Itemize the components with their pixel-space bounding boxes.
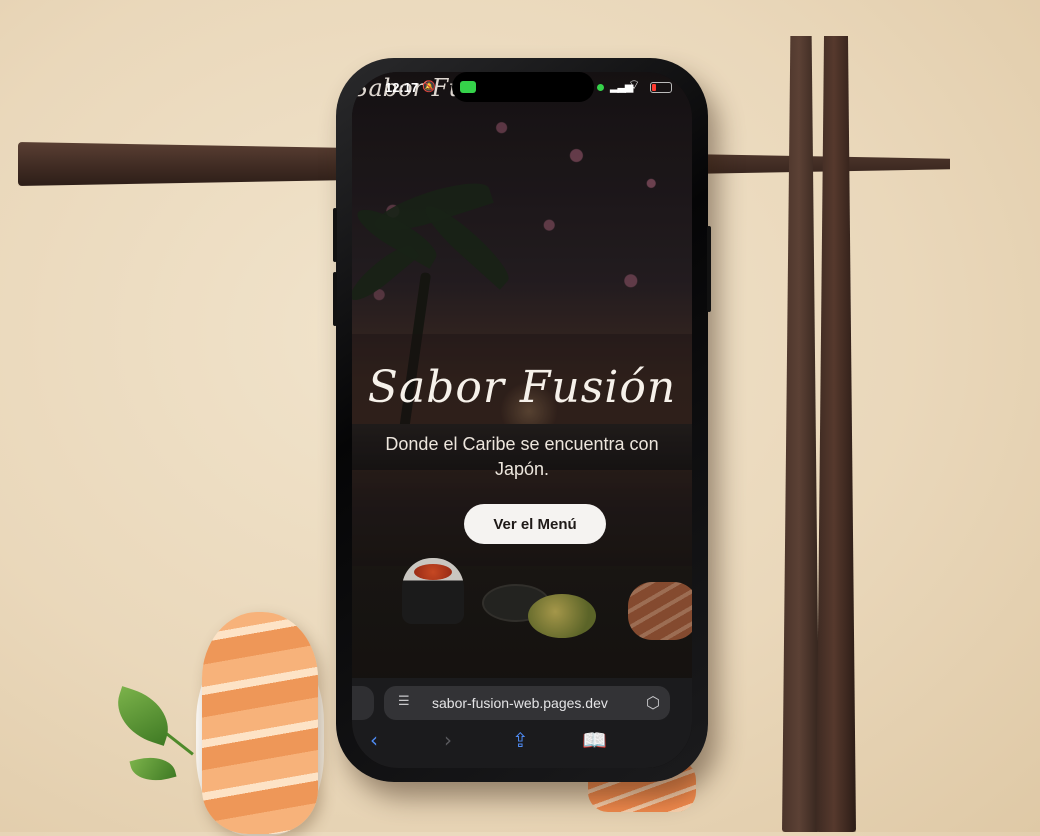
view-menu-button[interactable]: Ver el Menú — [464, 504, 606, 544]
url-text: sabor-fusion-web.pages.dev — [432, 695, 608, 711]
mic-indicator-icon — [597, 84, 604, 91]
phone-mockup: Sabor Fusión 12:17 🔕 ▂▃▅ ⌔ Sabor Fusión … — [333, 58, 711, 782]
safari-toolbar: ☰ sabor-fusion-web.pages.dev ⬡ ‹ › ⇪ 📖 — [352, 678, 692, 768]
status-time: 12:17 — [385, 80, 419, 95]
page-menu-icon[interactable]: ☰ — [398, 694, 410, 709]
hero-title: Sabor Fusión — [367, 362, 677, 413]
hero-subtitle: Donde el Caribe se encuentra con Japón. — [385, 434, 659, 479]
status-bar: 12:17 🔕 ▂▃▅ ⌔ — [352, 72, 692, 102]
browser-nav-row: ‹ › ⇪ 📖 — [352, 728, 692, 756]
reader-extension-icon[interactable]: ⬡ — [646, 693, 660, 712]
hero-background — [352, 72, 692, 768]
share-icon[interactable]: ⇪ — [512, 728, 529, 752]
bookmarks-icon[interactable]: 📖 — [582, 728, 607, 752]
wifi-icon: ⌔ — [628, 78, 641, 93]
silent-bell-icon: 🔕 — [422, 80, 436, 93]
phone-screen: Sabor Fusión 12:17 🔕 ▂▃▅ ⌔ Sabor Fusión … — [352, 72, 692, 768]
facetime-icon — [460, 81, 476, 93]
hero-dim-overlay — [352, 72, 692, 768]
chopstick-vertical-left — [782, 36, 820, 832]
power-button — [707, 226, 711, 312]
shrimp-nigiri — [202, 612, 318, 834]
address-bar[interactable]: ☰ sabor-fusion-web.pages.dev ⬡ — [384, 686, 670, 720]
previous-tab-preview[interactable] — [352, 686, 374, 720]
forward-icon[interactable]: › — [444, 728, 452, 752]
basil-leaf — [108, 686, 178, 746]
chopstick-vertical-right — [816, 36, 856, 832]
volume-down-button — [333, 272, 337, 326]
volume-up-button — [333, 208, 337, 262]
back-icon[interactable]: ‹ — [370, 728, 378, 752]
basil-leaf-small — [129, 751, 177, 787]
battery-icon — [650, 82, 672, 93]
